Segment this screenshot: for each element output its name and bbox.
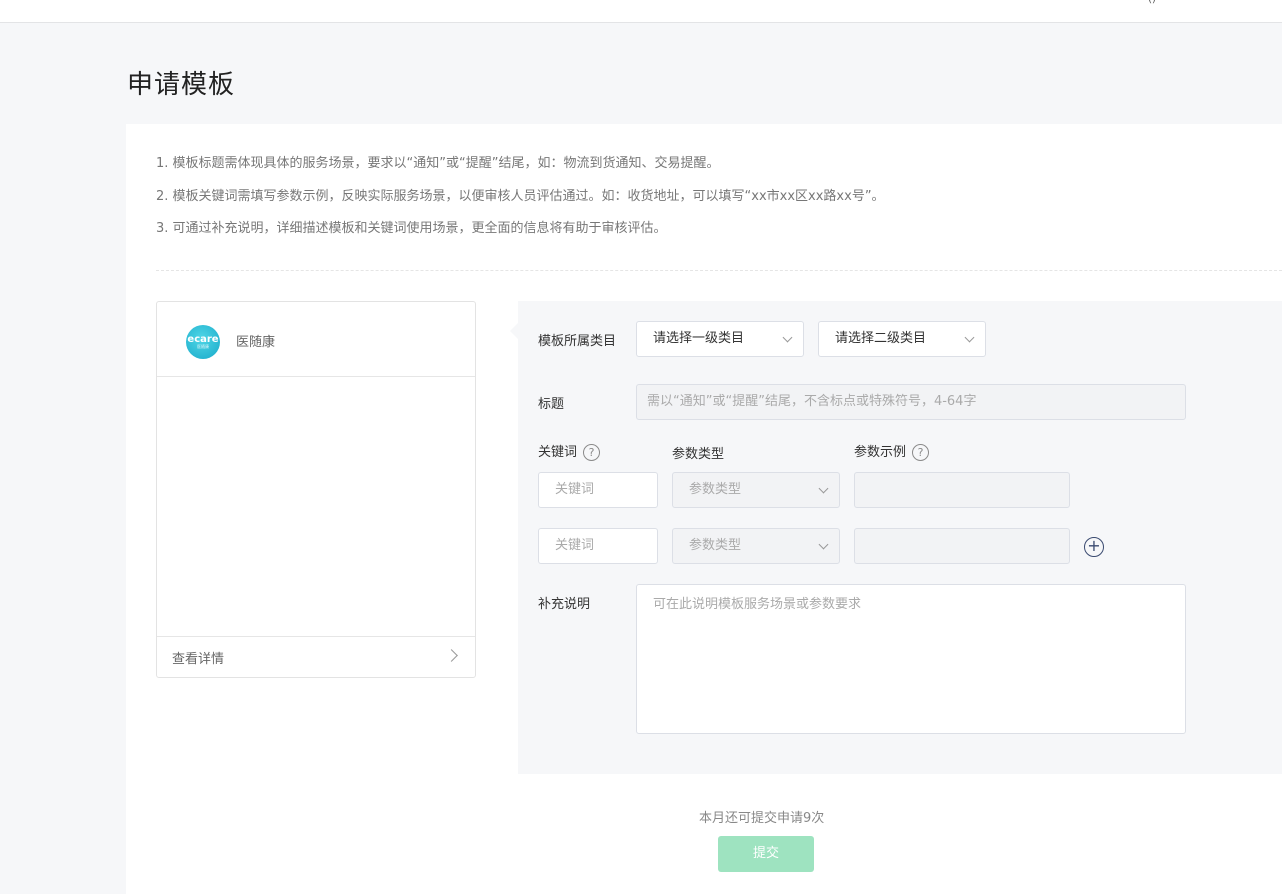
view-details-link[interactable]: 查看详情 (157, 636, 475, 677)
param-type-value: 参数类型 (689, 482, 742, 497)
quota-text: 本月还可提交申请9次 (699, 811, 825, 826)
param-type-select[interactable]: 参数类型 (672, 528, 840, 564)
help-icon[interactable]: ? (583, 444, 601, 461)
tip-item: 1. 模板标题需体现具体的服务场景，要求以“通知”或“提醒”结尾，如：物流到货通… (156, 156, 720, 171)
preview-header: ecare 医随康 医随康 (157, 302, 475, 377)
note-textarea[interactable]: 可在此说明模板服务场景或参数要求 (636, 584, 1186, 734)
param-type-value: 参数类型 (689, 538, 742, 553)
add-keyword-icon[interactable]: + (1084, 537, 1104, 557)
app-name: 医随康 (236, 335, 276, 350)
category-secondary-select[interactable]: 请选择二级类目 (818, 321, 986, 357)
template-preview: ecare 医随康 医随康 查看详情 (156, 301, 476, 678)
param-type-header: 参数类型 (672, 447, 725, 462)
keyword-header: 关键词? (538, 441, 601, 461)
avatar-logo-subtext: 医随康 (197, 344, 209, 349)
param-example-input[interactable] (854, 472, 1070, 508)
category-label: 模板所属类目 (538, 334, 617, 349)
divider (156, 270, 1282, 271)
keyword-input[interactable]: 关键词 (538, 528, 658, 564)
title-input[interactable]: 需以“通知”或“提醒”结尾，不含标点或特殊符号，4-64字 (636, 384, 1186, 420)
user-icon[interactable]: () (1142, 0, 1162, 5)
category-primary-value: 请选择一级类目 (653, 331, 745, 346)
note-label: 补充说明 (538, 597, 591, 612)
note-placeholder: 可在此说明模板服务场景或参数要求 (653, 597, 862, 612)
param-example-input[interactable] (854, 528, 1070, 564)
chevron-down-icon (818, 539, 829, 550)
category-primary-select[interactable]: 请选择一级类目 (636, 321, 804, 357)
help-icon[interactable]: ? (912, 444, 930, 461)
submit-button[interactable]: 提交 (718, 836, 814, 872)
param-type-select[interactable]: 参数类型 (672, 472, 840, 508)
page-title: 申请模板 (127, 70, 236, 100)
chevron-down-icon (782, 332, 793, 343)
tip-item: 2. 模板关键词需填写参数示例，反映实际服务场景，以便审核人员评估通过。如：收货… (156, 188, 885, 204)
title-placeholder: 需以“通知”或“提醒”结尾，不含标点或特殊符号，4-64字 (647, 394, 977, 409)
chevron-right-icon (445, 649, 458, 662)
param-example-header-text: 参数示例 (854, 445, 907, 460)
view-details-label: 查看详情 (172, 652, 225, 667)
template-form: 模板所属类目 请选择一级类目 请选择二级类目 标题 需以“通知”或“提醒”结尾，… (510, 301, 1282, 774)
main-card: 1. 模板标题需体现具体的服务场景，要求以“通知”或“提醒”结尾，如：物流到货通… (126, 124, 1282, 894)
title-label: 标题 (538, 397, 565, 412)
keyword-placeholder: 关键词 (555, 482, 595, 497)
keyword-header-text: 关键词 (538, 445, 578, 460)
chevron-down-icon (964, 332, 975, 343)
keyword-input[interactable]: 关键词 (538, 472, 658, 508)
chevron-down-icon (818, 483, 829, 494)
tip-item: 3. 可通过补充说明，详细描述模板和关键词使用场景，更全面的信息将有助于审核评估… (156, 221, 667, 236)
tips-list: 1. 模板标题需体现具体的服务场景，要求以“通知”或“提醒”结尾，如：物流到货通… (156, 152, 885, 250)
category-secondary-value: 请选择二级类目 (835, 331, 927, 346)
avatar: ecare 医随康 (186, 325, 220, 359)
param-example-header: 参数示例? (854, 441, 930, 461)
top-bar: () (0, 0, 1282, 23)
keyword-placeholder: 关键词 (555, 538, 595, 553)
